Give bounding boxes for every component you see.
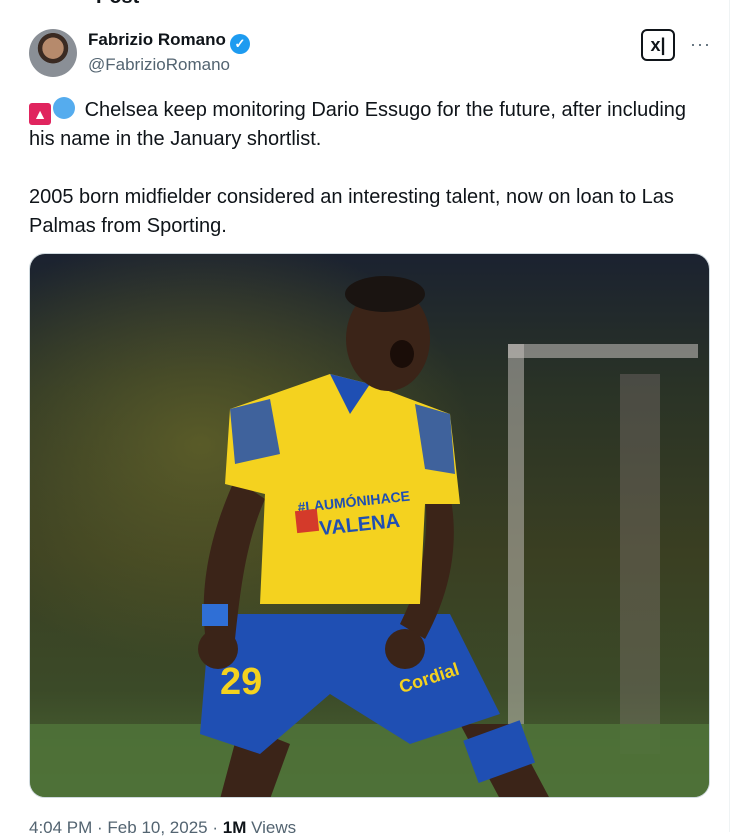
views-count[interactable]: 1M [223, 818, 247, 837]
photo-icon: 29 Cordial #LAUMÓNIHACE VALENA [30, 254, 709, 797]
author-name-row[interactable]: Fabrizio Romano ✓ [88, 30, 250, 54]
post-paragraph-2: 2005 born midfielder considered an inter… [29, 186, 674, 237]
page-title: Post [96, 0, 139, 9]
siren-emoji-icon: ▲ [29, 103, 51, 125]
meta-separator: · [92, 818, 108, 837]
arrow-left-icon[interactable]: ← [28, 0, 44, 4]
post-time[interactable]: 4:04 PM [29, 818, 92, 837]
paragraph-1-text: Chelsea keep monitoring Dario Essugo for… [29, 99, 687, 150]
top-bar: ← Post [0, 0, 730, 9]
post-photo[interactable]: 29 Cordial #LAUMÓNIHACE VALENA [29, 253, 710, 798]
author-name[interactable]: Fabrizio Romano [88, 30, 226, 49]
post-meta: 4:04 PM · Feb 10, 2025 · 1M Views [29, 818, 296, 838]
blue-circle-emoji-icon [53, 97, 75, 119]
grok-icon[interactable]: x| [641, 29, 675, 61]
author-handle[interactable]: @FabrizioRomano [88, 55, 230, 75]
more-icon[interactable]: ··· [690, 34, 711, 55]
meta-separator: · [207, 818, 223, 837]
avatar[interactable] [29, 29, 77, 77]
views-label: Views [246, 818, 297, 837]
post-text: ▲ Chelsea keep monitoring Dario Essugo f… [29, 96, 699, 241]
shorts-number: 29 [220, 661, 262, 703]
post-date[interactable]: Feb 10, 2025 [107, 818, 207, 837]
post-paragraph-1: ▲ Chelsea keep monitoring Dario Essugo f… [29, 96, 699, 154]
verified-badge-icon[interactable]: ✓ [229, 34, 250, 54]
